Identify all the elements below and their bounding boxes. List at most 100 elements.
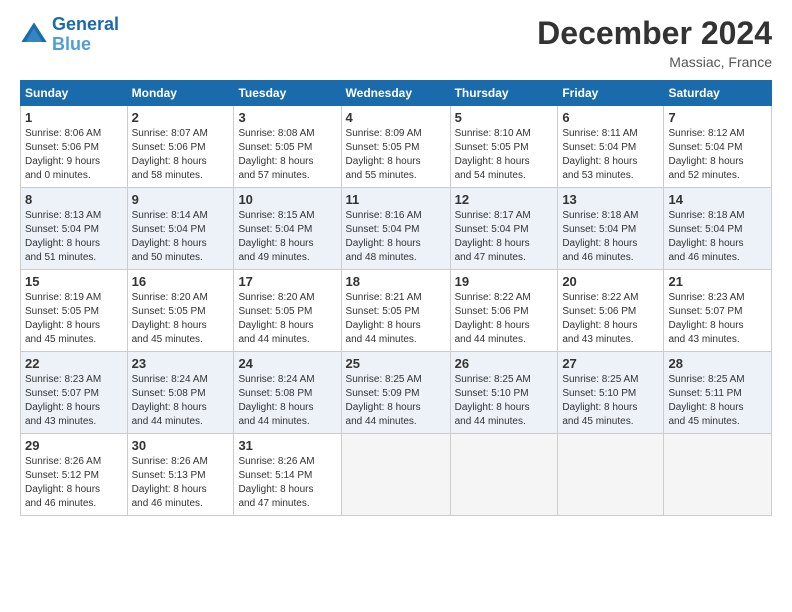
calendar-cell xyxy=(558,434,664,516)
week-row-3: 15 Sunrise: 8:19 AM Sunset: 5:05 PM Dayli… xyxy=(21,270,772,352)
day-number: 14 xyxy=(668,192,767,207)
calendar-cell: 4 Sunrise: 8:09 AM Sunset: 5:05 PM Daylig… xyxy=(341,106,450,188)
day-number: 12 xyxy=(455,192,554,207)
day-number: 19 xyxy=(455,274,554,289)
day-info: Sunrise: 8:24 AM Sunset: 5:08 PM Dayligh… xyxy=(132,373,230,429)
weekday-friday: Friday xyxy=(558,81,664,106)
day-number: 20 xyxy=(562,274,659,289)
day-info: Sunrise: 8:22 AM Sunset: 5:06 PM Dayligh… xyxy=(562,291,659,347)
day-number: 2 xyxy=(132,110,230,125)
day-number: 21 xyxy=(668,274,767,289)
day-number: 28 xyxy=(668,356,767,371)
day-info: Sunrise: 8:12 AM Sunset: 5:04 PM Dayligh… xyxy=(668,127,767,183)
calendar-cell: 20 Sunrise: 8:22 AM Sunset: 5:06 PM Dayli… xyxy=(558,270,664,352)
calendar-cell: 8 Sunrise: 8:13 AM Sunset: 5:04 PM Daylig… xyxy=(21,188,128,270)
day-number: 10 xyxy=(238,192,336,207)
day-info: Sunrise: 8:07 AM Sunset: 5:06 PM Dayligh… xyxy=(132,127,230,183)
location: Massiac, France xyxy=(537,54,772,70)
calendar-cell: 6 Sunrise: 8:11 AM Sunset: 5:04 PM Daylig… xyxy=(558,106,664,188)
day-info: Sunrise: 8:11 AM Sunset: 5:04 PM Dayligh… xyxy=(562,127,659,183)
calendar-cell: 2 Sunrise: 8:07 AM Sunset: 5:06 PM Daylig… xyxy=(127,106,234,188)
day-info: Sunrise: 8:18 AM Sunset: 5:04 PM Dayligh… xyxy=(562,209,659,265)
day-info: Sunrise: 8:10 AM Sunset: 5:05 PM Dayligh… xyxy=(455,127,554,183)
day-info: Sunrise: 8:09 AM Sunset: 5:05 PM Dayligh… xyxy=(346,127,446,183)
day-info: Sunrise: 8:13 AM Sunset: 5:04 PM Dayligh… xyxy=(25,209,123,265)
calendar-cell: 12 Sunrise: 8:17 AM Sunset: 5:04 PM Dayli… xyxy=(450,188,558,270)
day-info: Sunrise: 8:23 AM Sunset: 5:07 PM Dayligh… xyxy=(25,373,123,429)
day-number: 30 xyxy=(132,438,230,453)
calendar-cell: 14 Sunrise: 8:18 AM Sunset: 5:04 PM Dayli… xyxy=(664,188,772,270)
calendar-cell: 30 Sunrise: 8:26 AM Sunset: 5:13 PM Dayli… xyxy=(127,434,234,516)
calendar-cell: 1Sunrise: 8:06 AM Sunset: 5:06 PM Daylig… xyxy=(21,106,128,188)
logo-text: General Blue xyxy=(52,15,119,55)
logo: General Blue xyxy=(20,15,119,55)
logo-blue: Blue xyxy=(52,34,91,54)
day-number: 3 xyxy=(238,110,336,125)
calendar-cell: 26 Sunrise: 8:25 AM Sunset: 5:10 PM Dayli… xyxy=(450,352,558,434)
page: General Blue December 2024 Massiac, Fran… xyxy=(0,0,792,612)
day-info: Sunrise: 8:21 AM Sunset: 5:05 PM Dayligh… xyxy=(346,291,446,347)
calendar-cell xyxy=(341,434,450,516)
calendar-cell: 16Sunrise: 8:20 AM Sunset: 5:05 PM Dayli… xyxy=(127,270,234,352)
calendar-cell: 25 Sunrise: 8:25 AM Sunset: 5:09 PM Dayli… xyxy=(341,352,450,434)
calendar-cell: 7 Sunrise: 8:12 AM Sunset: 5:04 PM Daylig… xyxy=(664,106,772,188)
day-info: Sunrise: 8:18 AM Sunset: 5:04 PM Dayligh… xyxy=(668,209,767,265)
calendar-cell: 15 Sunrise: 8:19 AM Sunset: 5:05 PM Dayli… xyxy=(21,270,128,352)
day-info: Sunrise: 8:16 AM Sunset: 5:04 PM Dayligh… xyxy=(346,209,446,265)
day-info: Sunrise: 8:17 AM Sunset: 5:04 PM Dayligh… xyxy=(455,209,554,265)
day-info: Sunrise: 8:25 AM Sunset: 5:10 PM Dayligh… xyxy=(455,373,554,429)
week-row-5: 29 Sunrise: 8:26 AM Sunset: 5:12 PM Dayli… xyxy=(21,434,772,516)
day-number: 9 xyxy=(132,192,230,207)
day-number: 15 xyxy=(25,274,123,289)
day-info: Sunrise: 8:26 AM Sunset: 5:12 PM Dayligh… xyxy=(25,455,123,511)
calendar-cell: 9 Sunrise: 8:14 AM Sunset: 5:04 PM Daylig… xyxy=(127,188,234,270)
calendar-cell: 23 Sunrise: 8:24 AM Sunset: 5:08 PM Dayli… xyxy=(127,352,234,434)
weekday-tuesday: Tuesday xyxy=(234,81,341,106)
calendar-cell: 11Sunrise: 8:16 AM Sunset: 5:04 PM Dayli… xyxy=(341,188,450,270)
day-number: 4 xyxy=(346,110,446,125)
calendar-cell: 10 Sunrise: 8:15 AM Sunset: 5:04 PM Dayli… xyxy=(234,188,341,270)
week-row-4: 22Sunrise: 8:23 AM Sunset: 5:07 PM Dayli… xyxy=(21,352,772,434)
day-number: 8 xyxy=(25,192,123,207)
day-info: Sunrise: 8:20 AM Sunset: 5:05 PM Dayligh… xyxy=(238,291,336,347)
day-number: 25 xyxy=(346,356,446,371)
week-row-2: 8 Sunrise: 8:13 AM Sunset: 5:04 PM Daylig… xyxy=(21,188,772,270)
calendar-cell: 5Sunrise: 8:10 AM Sunset: 5:05 PM Daylig… xyxy=(450,106,558,188)
day-info: Sunrise: 8:14 AM Sunset: 5:04 PM Dayligh… xyxy=(132,209,230,265)
header: General Blue December 2024 Massiac, Fran… xyxy=(20,15,772,70)
day-number: 24 xyxy=(238,356,336,371)
day-number: 29 xyxy=(25,438,123,453)
day-number: 13 xyxy=(562,192,659,207)
day-info: Sunrise: 8:23 AM Sunset: 5:07 PM Dayligh… xyxy=(668,291,767,347)
day-info: Sunrise: 8:24 AM Sunset: 5:08 PM Dayligh… xyxy=(238,373,336,429)
weekday-thursday: Thursday xyxy=(450,81,558,106)
day-info: Sunrise: 8:19 AM Sunset: 5:05 PM Dayligh… xyxy=(25,291,123,347)
calendar-table: SundayMondayTuesdayWednesdayThursdayFrid… xyxy=(20,80,772,516)
calendar-cell: 29 Sunrise: 8:26 AM Sunset: 5:12 PM Dayli… xyxy=(21,434,128,516)
day-info: Sunrise: 8:22 AM Sunset: 5:06 PM Dayligh… xyxy=(455,291,554,347)
day-info: Sunrise: 8:26 AM Sunset: 5:13 PM Dayligh… xyxy=(132,455,230,511)
day-number: 7 xyxy=(668,110,767,125)
day-info: Sunrise: 8:15 AM Sunset: 5:04 PM Dayligh… xyxy=(238,209,336,265)
calendar-cell xyxy=(450,434,558,516)
calendar-cell: 13 Sunrise: 8:18 AM Sunset: 5:04 PM Dayli… xyxy=(558,188,664,270)
day-number: 23 xyxy=(132,356,230,371)
day-info: Sunrise: 8:08 AM Sunset: 5:05 PM Dayligh… xyxy=(238,127,336,183)
weekday-wednesday: Wednesday xyxy=(341,81,450,106)
calendar-cell: 27Sunrise: 8:25 AM Sunset: 5:10 PM Dayli… xyxy=(558,352,664,434)
weekday-saturday: Saturday xyxy=(664,81,772,106)
month-title: December 2024 xyxy=(537,15,772,52)
day-info: Sunrise: 8:25 AM Sunset: 5:09 PM Dayligh… xyxy=(346,373,446,429)
day-info: Sunrise: 8:20 AM Sunset: 5:05 PM Dayligh… xyxy=(132,291,230,347)
week-row-1: 1Sunrise: 8:06 AM Sunset: 5:06 PM Daylig… xyxy=(21,106,772,188)
calendar-cell: 24 Sunrise: 8:24 AM Sunset: 5:08 PM Dayli… xyxy=(234,352,341,434)
day-number: 26 xyxy=(455,356,554,371)
weekday-monday: Monday xyxy=(127,81,234,106)
day-info: Sunrise: 8:26 AM Sunset: 5:14 PM Dayligh… xyxy=(238,455,336,511)
calendar-cell: 21 Sunrise: 8:23 AM Sunset: 5:07 PM Dayli… xyxy=(664,270,772,352)
logo-general: General xyxy=(52,14,119,34)
calendar-cell: 19 Sunrise: 8:22 AM Sunset: 5:06 PM Dayli… xyxy=(450,270,558,352)
weekday-sunday: Sunday xyxy=(21,81,128,106)
logo-icon xyxy=(20,21,48,49)
day-number: 6 xyxy=(562,110,659,125)
